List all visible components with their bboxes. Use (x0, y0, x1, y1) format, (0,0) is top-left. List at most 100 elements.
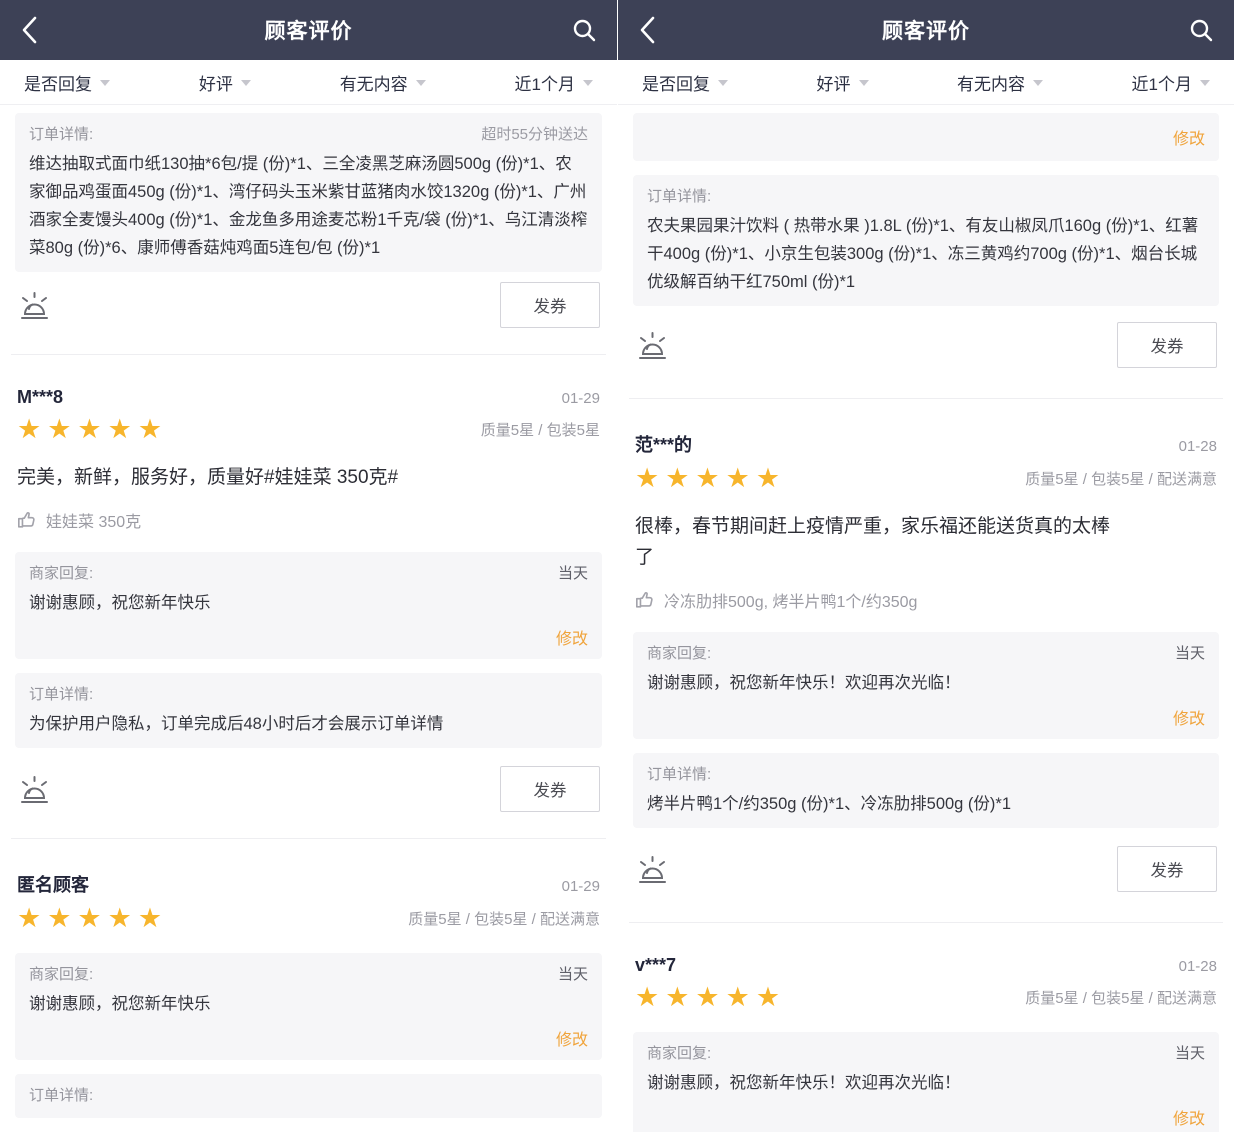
order-details-label: 订单详情: (647, 763, 1205, 787)
edit-reply-link[interactable]: 修改 (647, 1105, 1205, 1129)
issue-coupon-button[interactable]: 发券 (1117, 846, 1217, 892)
product-tag: 娃娃菜 350克 (17, 508, 600, 532)
star-rating: ★★★★★ (635, 463, 786, 493)
filter-time-range[interactable]: 近1个月 (515, 70, 593, 95)
review-card: 范***的 01-28 ★★★★★ 质量5星 / 包装5星 / 配送满意 很棒，… (633, 431, 1219, 923)
review-list: 订单详情: 超时55分钟送达 维达抽取式面巾纸130抽*6包/提 (份)*1、三… (0, 105, 617, 1118)
order-details-box: 订单详情: 烤半片鸭1个/约350g (份)*1、冷冻肋排500g (份)*1 (633, 753, 1219, 828)
page-title: 顾客评价 (672, 15, 1180, 45)
filter-has-content[interactable]: 有无内容 (340, 70, 426, 95)
card-action-row: 发券 (633, 322, 1219, 368)
back-button[interactable] (638, 14, 672, 46)
issue-coupon-button[interactable]: 发券 (1117, 322, 1217, 368)
review-text: 完美，新鲜，服务好，质量好#娃娃菜 350克# (17, 462, 600, 493)
reply-time: 当天 (558, 963, 588, 987)
back-icon (638, 14, 658, 46)
chevron-down-icon (100, 80, 110, 86)
back-button[interactable] (20, 14, 54, 46)
reviewer-name: v***7 (635, 955, 676, 976)
star-rating: ★★★★★ (17, 903, 168, 933)
order-details-box: 订单详情: (15, 1074, 602, 1118)
filter-time-range[interactable]: 近1个月 (1132, 70, 1210, 95)
reply-time: 当天 (1175, 642, 1205, 666)
merchant-reply-box: 修改 (633, 113, 1219, 161)
filter-has-content[interactable]: 有无内容 (957, 70, 1043, 95)
order-privacy-note: 为保护用户隐私，订单完成后48小时后才会展示订单详情 (29, 710, 588, 738)
search-icon (1188, 17, 1214, 43)
card-action-row: 发券 (15, 282, 602, 328)
search-button[interactable] (1180, 17, 1214, 43)
review-date: 01-29 (562, 390, 600, 407)
merchant-reply-label: 商家回复: (647, 642, 711, 666)
siren-icon[interactable] (635, 851, 669, 887)
order-details-label: 订单详情: (29, 123, 93, 147)
card-divider (11, 838, 606, 839)
review-list: 修改 订单详情: 农夫果园果汁饮料 ( 热带水果 )1.8L (份)*1、有友山… (618, 105, 1234, 1132)
order-details-box: 订单详情: 为保护用户隐私，订单完成后48小时后才会展示订单详情 (15, 673, 602, 748)
chevron-down-icon (718, 80, 728, 86)
order-items-text: 维达抽取式面巾纸130抽*6包/提 (份)*1、三全凌黑芝麻汤圆500g (份)… (29, 150, 588, 262)
search-button[interactable] (563, 17, 597, 43)
chevron-down-icon (1033, 80, 1043, 86)
thumbs-up-icon (635, 590, 655, 610)
card-action-row: 发券 (15, 766, 602, 812)
review-text: 很棒，春节期间赶上疫情严重，家乐福还能送货真的太棒了 (635, 511, 1117, 573)
merchant-reply-text: 谢谢惠顾，祝您新年快乐！欢迎再次光临！ (647, 669, 1205, 697)
star-rating: ★★★★★ (17, 414, 168, 444)
page-title: 顾客评价 (54, 15, 563, 45)
filter-reply-status[interactable]: 是否回复 (642, 70, 728, 95)
merchant-reply-label: 商家回复: (647, 1042, 711, 1066)
issue-coupon-button[interactable]: 发券 (500, 766, 600, 812)
siren-icon[interactable] (635, 327, 669, 363)
order-items-text: 农夫果园果汁饮料 ( 热带水果 )1.8L (份)*1、有友山椒凤爪160g (… (647, 212, 1205, 296)
rating-meta: 质量5星 / 包装5星 (481, 419, 600, 440)
rating-meta: 质量5星 / 包装5星 / 配送满意 (1025, 468, 1217, 489)
rating-meta: 质量5星 / 包装5星 / 配送满意 (408, 908, 600, 929)
product-tag-label: 娃娃菜 350克 (46, 508, 141, 532)
order-details-label: 订单详情: (29, 683, 588, 707)
chevron-down-icon (241, 80, 251, 86)
filter-bar: 是否回复 好评 有无内容 近1个月 (618, 60, 1234, 105)
merchant-reply-label: 商家回复: (29, 963, 93, 987)
filter-rating-type[interactable]: 好评 (199, 70, 251, 95)
late-delivery-note: 超时55分钟送达 (481, 123, 588, 147)
edit-reply-link[interactable]: 修改 (29, 1026, 588, 1050)
edit-reply-link[interactable]: 修改 (647, 125, 1205, 149)
chevron-down-icon (416, 80, 426, 86)
card-divider (629, 398, 1223, 399)
edit-reply-link[interactable]: 修改 (647, 705, 1205, 729)
order-details-label: 订单详情: (29, 1084, 588, 1108)
reviewer-name: 匿名顾客 (17, 871, 89, 897)
edit-reply-link[interactable]: 修改 (29, 625, 588, 649)
review-date: 01-28 (1179, 438, 1217, 455)
issue-coupon-button[interactable]: 发券 (500, 282, 600, 328)
reply-time: 当天 (558, 562, 588, 586)
merchant-reply-label: 商家回复: (29, 562, 93, 586)
merchant-reply-text: 谢谢惠顾，祝您新年快乐 (29, 990, 588, 1018)
back-icon (20, 14, 40, 46)
merchant-reply-box: 商家回复: 当天 谢谢惠顾，祝您新年快乐！欢迎再次光临！ 修改 (633, 1032, 1219, 1132)
rating-meta: 质量5星 / 包装5星 / 配送满意 (1025, 987, 1217, 1008)
siren-icon[interactable] (17, 771, 51, 807)
siren-icon[interactable] (17, 287, 51, 323)
card-action-row: 发券 (633, 846, 1219, 892)
filter-rating-type[interactable]: 好评 (817, 70, 869, 95)
chevron-down-icon (583, 80, 593, 86)
card-divider (11, 354, 606, 355)
review-card-partial: 修改 订单详情: 农夫果园果汁饮料 ( 热带水果 )1.8L (份)*1、有友山… (633, 113, 1219, 399)
merchant-reply-box: 商家回复: 当天 谢谢惠顾，祝您新年快乐 修改 (15, 953, 602, 1060)
screen-left: 顾客评价 是否回复 好评 有无内容 近1个月 订单详情: 超时55分钟送达 维达… (0, 0, 617, 1132)
review-card: v***7 01-28 ★★★★★ 质量5星 / 包装5星 / 配送满意 商家回… (633, 955, 1219, 1132)
review-card: M***8 01-29 ★★★★★ 质量5星 / 包装5星 完美，新鲜，服务好，… (15, 387, 602, 839)
screen-right: 顾客评价 是否回复 好评 有无内容 近1个月 修改 订单详情: 农夫果园果汁饮料… (617, 0, 1234, 1132)
product-tag-label: 冷冻肋排500g, 烤半片鸭1个/约350g (664, 588, 917, 612)
search-icon (571, 17, 597, 43)
reply-time: 当天 (1175, 1042, 1205, 1066)
chevron-down-icon (1200, 80, 1210, 86)
app-bar: 顾客评价 (618, 0, 1234, 60)
order-details-box: 订单详情: 超时55分钟送达 维达抽取式面巾纸130抽*6包/提 (份)*1、三… (15, 113, 602, 272)
app-bar: 顾客评价 (0, 0, 617, 60)
order-details-label: 订单详情: (647, 185, 1205, 209)
order-details-box: 订单详情: 农夫果园果汁饮料 ( 热带水果 )1.8L (份)*1、有友山椒凤爪… (633, 175, 1219, 306)
filter-reply-status[interactable]: 是否回复 (24, 70, 110, 95)
